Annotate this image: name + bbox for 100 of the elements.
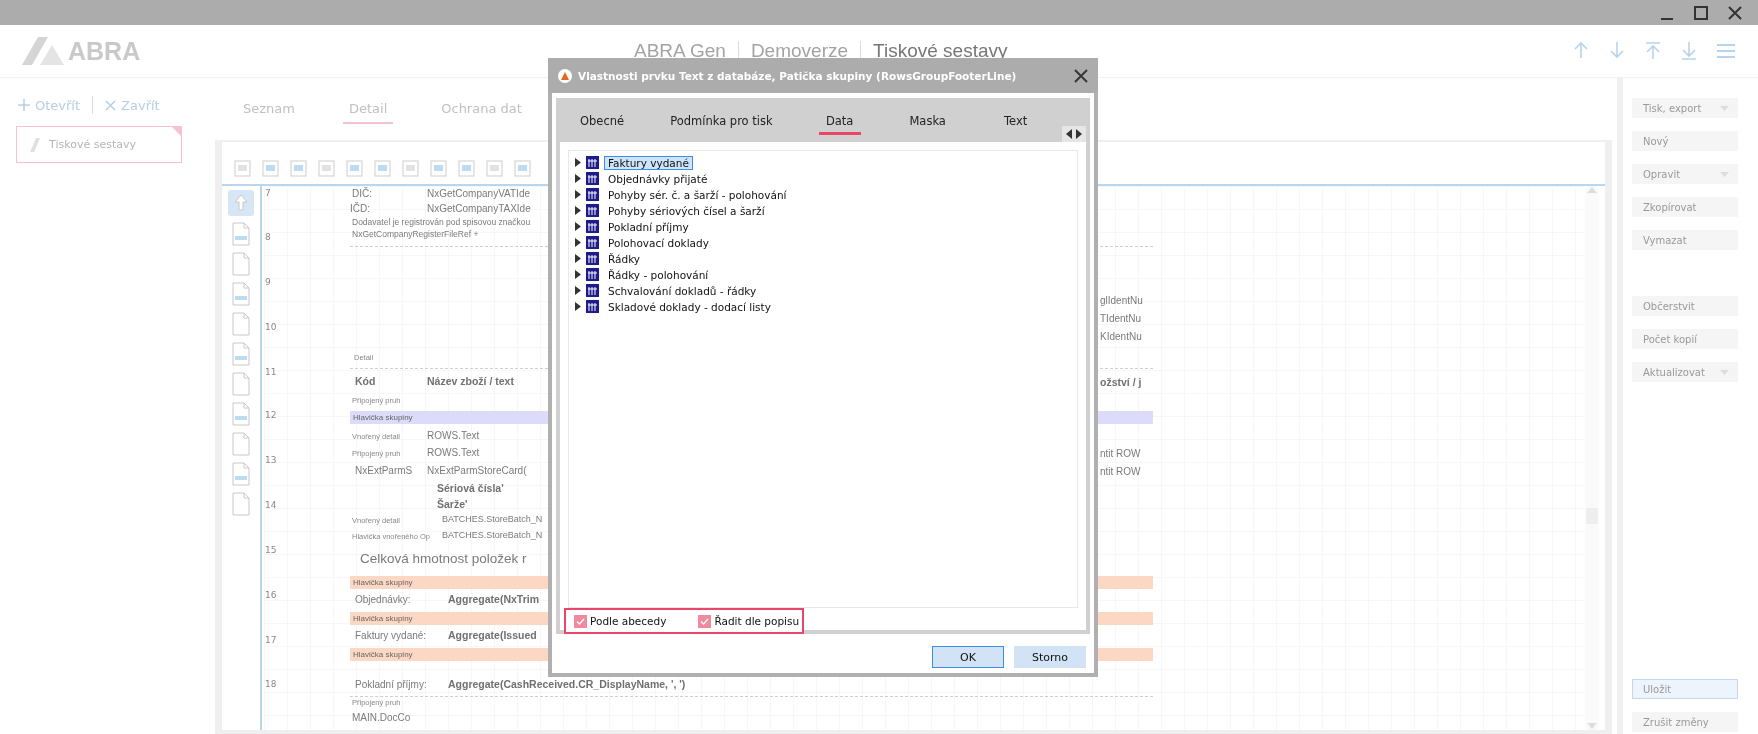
tab[interactable]: Maska [906, 105, 949, 135]
report-field: Sériová čísla' [437, 483, 504, 495]
breadcrumb-item: ABRA Gen [634, 40, 726, 62]
checkbox-option[interactable]: Podle abecedy [574, 614, 667, 628]
check-icon [700, 617, 710, 625]
report-field: NxGetCompanyRegisterFileRef + [352, 230, 479, 240]
doc-icon[interactable] [231, 312, 251, 336]
row-number: 8 [265, 232, 271, 242]
close-button[interactable] [1074, 68, 1088, 83]
row-number: 16 [265, 590, 277, 600]
tab[interactable]: Text [994, 105, 1037, 135]
arrow-up-icon[interactable] [228, 190, 254, 216]
row-number: 13 [265, 455, 277, 465]
app-icon [558, 68, 572, 83]
tab[interactable]: Podmínka pro tisk [670, 105, 773, 135]
band-segment [1098, 411, 1153, 424]
tree-item[interactable]: Faktury vydané [604, 155, 693, 170]
report-field: MAIN.DocCo [352, 712, 411, 723]
report-field: NxGetCompanyTAXIde [427, 203, 531, 214]
report-field: BATCHES.StoreBatch_N [442, 531, 543, 541]
band-segment [1098, 648, 1153, 661]
table-icon [586, 300, 599, 313]
report-field: ROWS.Text [427, 447, 480, 458]
report-field: Celková hmotnost položek r [360, 552, 527, 567]
table-icon [586, 268, 599, 281]
tree-item[interactable]: Pohyby sériových čísel a šarží [604, 203, 769, 218]
row-number: 9 [265, 277, 271, 287]
band-segment [1098, 612, 1153, 625]
menu-icon[interactable] [1716, 41, 1736, 61]
cancel-button[interactable]: Storno [1014, 646, 1086, 668]
checkbox[interactable] [574, 614, 587, 628]
band-segment [1098, 576, 1153, 589]
row-number: 14 [265, 500, 277, 510]
ok-button[interactable]: OK [932, 646, 1004, 668]
tree-item[interactable]: Objednávky přijaté [604, 171, 712, 186]
table-icon [586, 220, 599, 233]
check-icon [576, 617, 585, 625]
report-field: ožství / j [1100, 377, 1142, 389]
corner-mark [172, 127, 181, 136]
doc-icon[interactable] [231, 282, 251, 306]
report-field: Dodavatel je registrován pod spisovou značkou [352, 218, 531, 228]
report-field: ROWS.Text [427, 430, 480, 441]
arrow-bottom-icon[interactable] [1680, 41, 1698, 61]
table-icon [586, 156, 599, 169]
report-field: Pokladní příjmy: [355, 679, 427, 690]
caret-icon [1720, 171, 1729, 177]
report-field: NxGetCompanyVATIde [427, 188, 530, 199]
table-icon [586, 236, 599, 249]
row-number: 12 [265, 410, 277, 420]
breadcrumb-item: Tiskové sestavy [873, 40, 1008, 62]
scroll-left-icon[interactable] [1066, 129, 1072, 139]
group-header-band: Hlavička skupiny [350, 576, 548, 589]
caret-icon [1720, 105, 1729, 111]
row-number: 17 [265, 635, 277, 645]
table-icon [586, 172, 599, 185]
close-icon[interactable] [1726, 3, 1744, 22]
report-field: NxExtParmS [355, 465, 413, 476]
report-field: Objednávky: [355, 594, 411, 605]
close-icon [105, 99, 117, 111]
tree-item[interactable]: Polohovací doklady [604, 235, 713, 250]
report-field: BATCHES.StoreBatch_N [442, 515, 543, 525]
table-icon [586, 204, 599, 217]
tree-item[interactable]: Řádky - polohování [604, 267, 713, 282]
report-field: KIdentNu [1100, 331, 1142, 342]
scroll-up-icon[interactable] [1587, 186, 1597, 194]
checkbox[interactable] [698, 614, 712, 628]
tree-item[interactable]: Skladové doklady - dodací listy [604, 299, 775, 314]
report-field: TIdentNu [1100, 313, 1142, 324]
report-field: Aggregate(Issued [448, 630, 537, 642]
report-field: IČD: [350, 203, 370, 214]
tree-item[interactable]: Pokladní příjmy [604, 219, 693, 234]
caret-icon [1720, 369, 1729, 375]
scroll-down-icon[interactable] [1587, 722, 1597, 730]
arrow-top-icon[interactable] [1644, 41, 1662, 61]
row-number: 15 [265, 545, 277, 555]
row-number: 7 [265, 188, 271, 198]
dialog-title: Vlastnosti prvku Text z databáze, Patička skupiny (RowsGroupFooterLine) [578, 69, 1018, 82]
close-icon [1074, 68, 1088, 83]
arrow-down-icon[interactable] [1608, 41, 1626, 61]
report-field: Aggregate(NxTrim [448, 594, 540, 606]
scroll-right-icon[interactable] [1076, 129, 1082, 139]
row-number: 10 [265, 322, 277, 332]
breadcrumb-item: Demoverze [750, 40, 849, 62]
table-icon [586, 284, 599, 297]
checkbox-option[interactable]: Řadit dle popisu [698, 614, 800, 628]
tab[interactable]: Data [818, 105, 861, 135]
report-field: ntit ROW [1100, 448, 1141, 459]
arrow-up-icon[interactable] [1572, 41, 1590, 61]
report-field: glIdentNu [1100, 295, 1143, 306]
tree-item[interactable]: Řádky [604, 251, 645, 266]
tree-item[interactable]: Schvalování dokladů - řádky [604, 283, 761, 298]
row-number: 11 [265, 367, 277, 377]
logo-icon [22, 37, 64, 65]
maximize-icon[interactable] [1692, 3, 1710, 22]
tab[interactable]: Obecné [580, 105, 625, 135]
tree-item[interactable]: Pohyby sér. č. a šarží - polohování [604, 187, 791, 202]
table-icon [586, 188, 599, 201]
group-header-band: Hlavička skupiny [350, 411, 548, 424]
group-header-band: Hlavička skupiny [350, 648, 548, 661]
report-field: Faktury vydané: [355, 630, 427, 641]
